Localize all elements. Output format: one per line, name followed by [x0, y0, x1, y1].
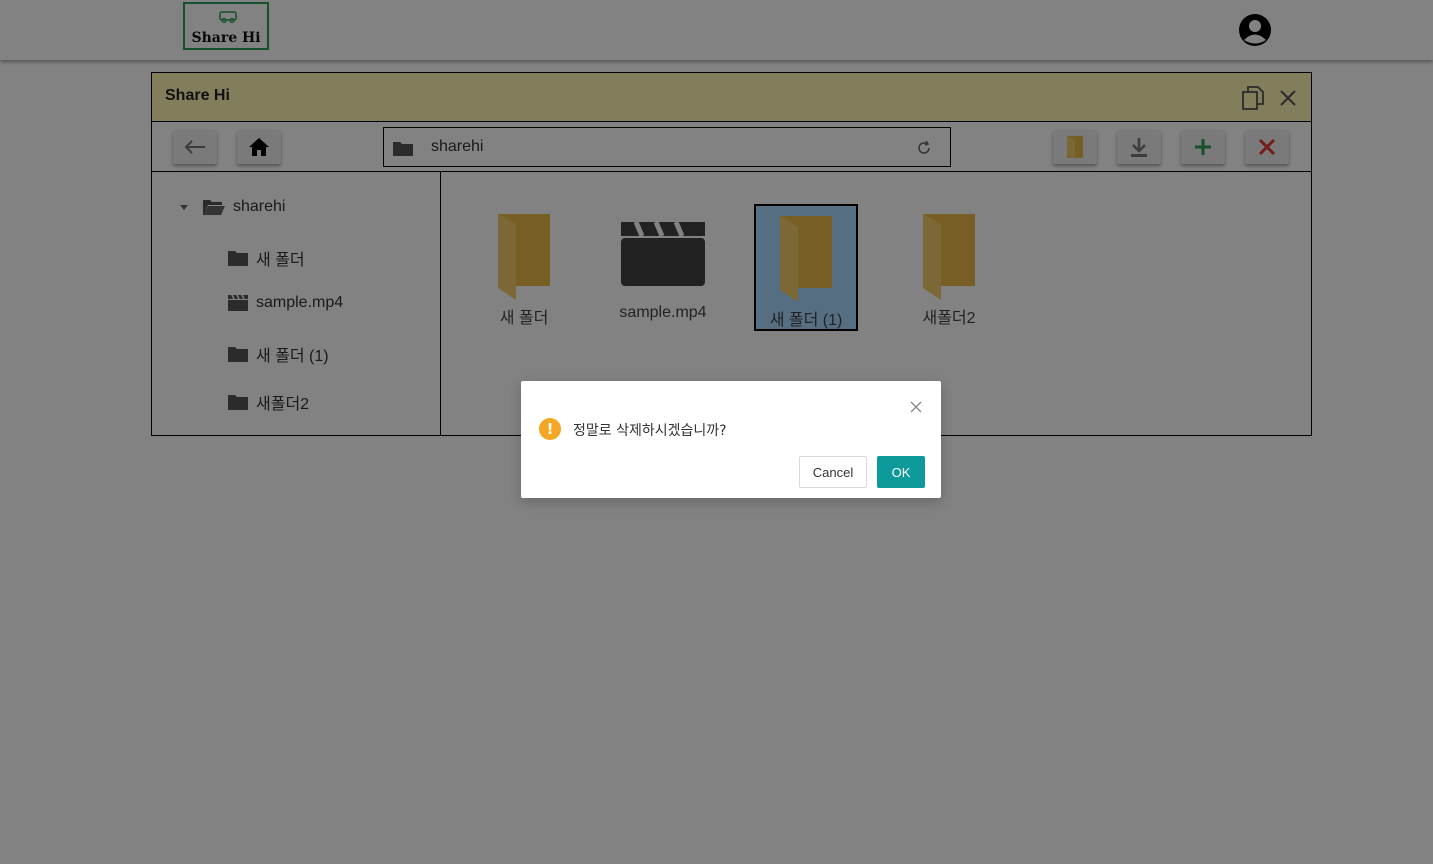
dialog-message: 정말로 삭제하시겠습니까? [573, 423, 727, 439]
confirm-dialog: ! 정말로 삭제하시겠습니까? Cancel OK [521, 381, 941, 498]
dialog-close-icon[interactable] [909, 399, 923, 413]
cancel-button[interactable]: Cancel [799, 456, 867, 488]
ok-button[interactable]: OK [877, 456, 925, 488]
warning-icon: ! [539, 418, 561, 440]
